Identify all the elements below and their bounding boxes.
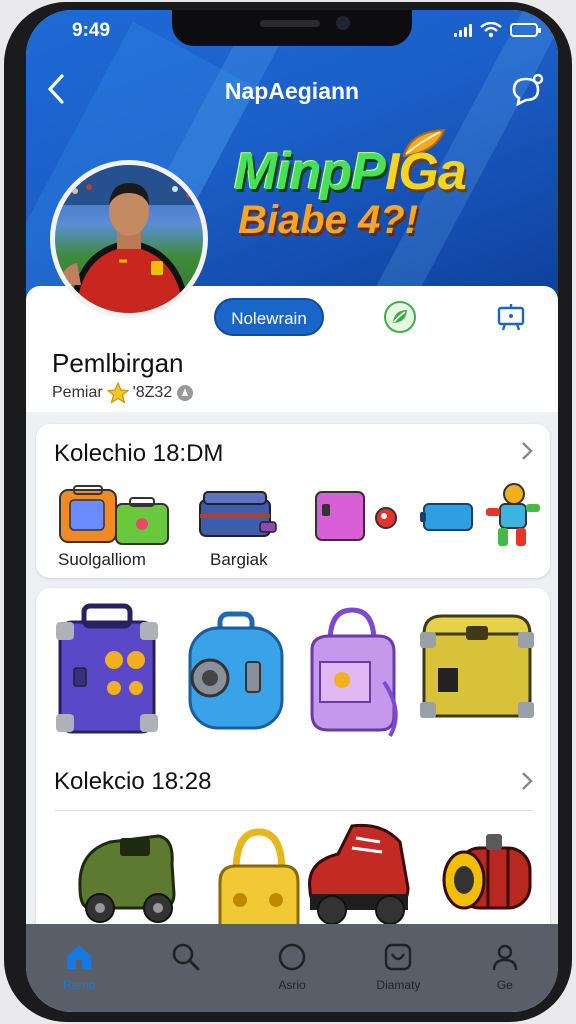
profile-tab-button[interactable]: Nolewrain [214, 298, 324, 336]
green-car-shoe-image[interactable] [70, 824, 180, 928]
collection-item-label: Bargiak [210, 550, 268, 569]
battery-icon [510, 23, 541, 37]
home-icon [67, 945, 92, 969]
lilac-handbag-image[interactable] [300, 602, 404, 738]
banner-line-1: MinpPIGa [234, 143, 467, 201]
phone-frame: 9:49 NapAegiann MinpPIGa Biabe 4?! Nolew… [4, 2, 572, 1022]
collection-card-1: Kolechio 18:DM Suolgalliom Bargiak [36, 424, 550, 578]
board-icon[interactable] [496, 302, 526, 332]
divider [54, 810, 532, 811]
nav-center[interactable]: Asrio [239, 924, 345, 1012]
chat-bubble-icon [512, 73, 544, 107]
nav-search[interactable] [132, 924, 238, 1012]
badge-icon [177, 385, 194, 401]
gadget-items-image[interactable] [314, 488, 414, 548]
collection-1-title: Kolechio 18:DM [54, 440, 224, 467]
status-bar: 9:49 [26, 10, 558, 50]
blue-backpack-image[interactable] [184, 610, 288, 734]
page-title: NapAegiann [224, 78, 360, 104]
suitcase-items-image[interactable] [56, 484, 176, 554]
profile-icon [492, 944, 518, 971]
shop-icon [385, 943, 412, 971]
avatar[interactable] [50, 160, 208, 318]
robot-toy-image[interactable] [482, 482, 542, 552]
red-barrel-image[interactable] [440, 828, 540, 924]
signal-icon [454, 23, 472, 37]
nav-profile-label: Ge [496, 978, 513, 992]
app-screen: 9:49 NapAegiann MinpPIGa Biabe 4?! Nolew… [26, 10, 558, 1012]
profile-name: Pemlbirgan [52, 348, 184, 378]
nav-shop-label: Diamaty [376, 978, 421, 992]
search-icon [172, 943, 200, 971]
nav-center-label: Asrio [278, 978, 306, 992]
star-icon [106, 382, 129, 404]
wifi-icon [480, 22, 502, 38]
eco-leaf-icon[interactable] [384, 301, 416, 333]
collection-2-more[interactable] [520, 768, 534, 799]
collection-item-label: Suolgalliom [58, 550, 146, 569]
bottom-nav: Remo Asrio Diamaty Ge [26, 924, 558, 1012]
top-bar: NapAegiann [26, 68, 558, 112]
collection-1-more[interactable] [520, 438, 534, 469]
yellow-chest-image[interactable] [418, 610, 538, 730]
purple-case-image[interactable] [52, 602, 162, 738]
battery-pack-image[interactable] [420, 496, 480, 540]
promo-banner: MinpPIGa Biabe 4?! [234, 142, 534, 243]
player-photo [55, 165, 203, 313]
chevron-right-icon [522, 442, 533, 460]
circle-icon [278, 943, 306, 971]
nav-shop[interactable]: Diamaty [345, 924, 451, 1012]
profile-subtitle: Pemiar '8Z32 [52, 382, 194, 404]
banner-line-2: Biabe 4?! [238, 198, 419, 242]
chevron-right-icon [522, 772, 533, 790]
toolbox-image[interactable] [198, 488, 278, 548]
nav-home-label: Remo [63, 978, 96, 992]
nav-profile[interactable]: Ge [452, 924, 558, 1012]
chat-button[interactable] [506, 70, 546, 110]
red-car-shoe-image[interactable] [302, 818, 414, 928]
nav-home[interactable]: Remo [26, 924, 132, 1012]
collection-2-title: Kolekcio 18:28 [54, 768, 212, 795]
yellow-bag-image[interactable] [214, 826, 304, 930]
status-time: 9:49 [72, 20, 111, 41]
